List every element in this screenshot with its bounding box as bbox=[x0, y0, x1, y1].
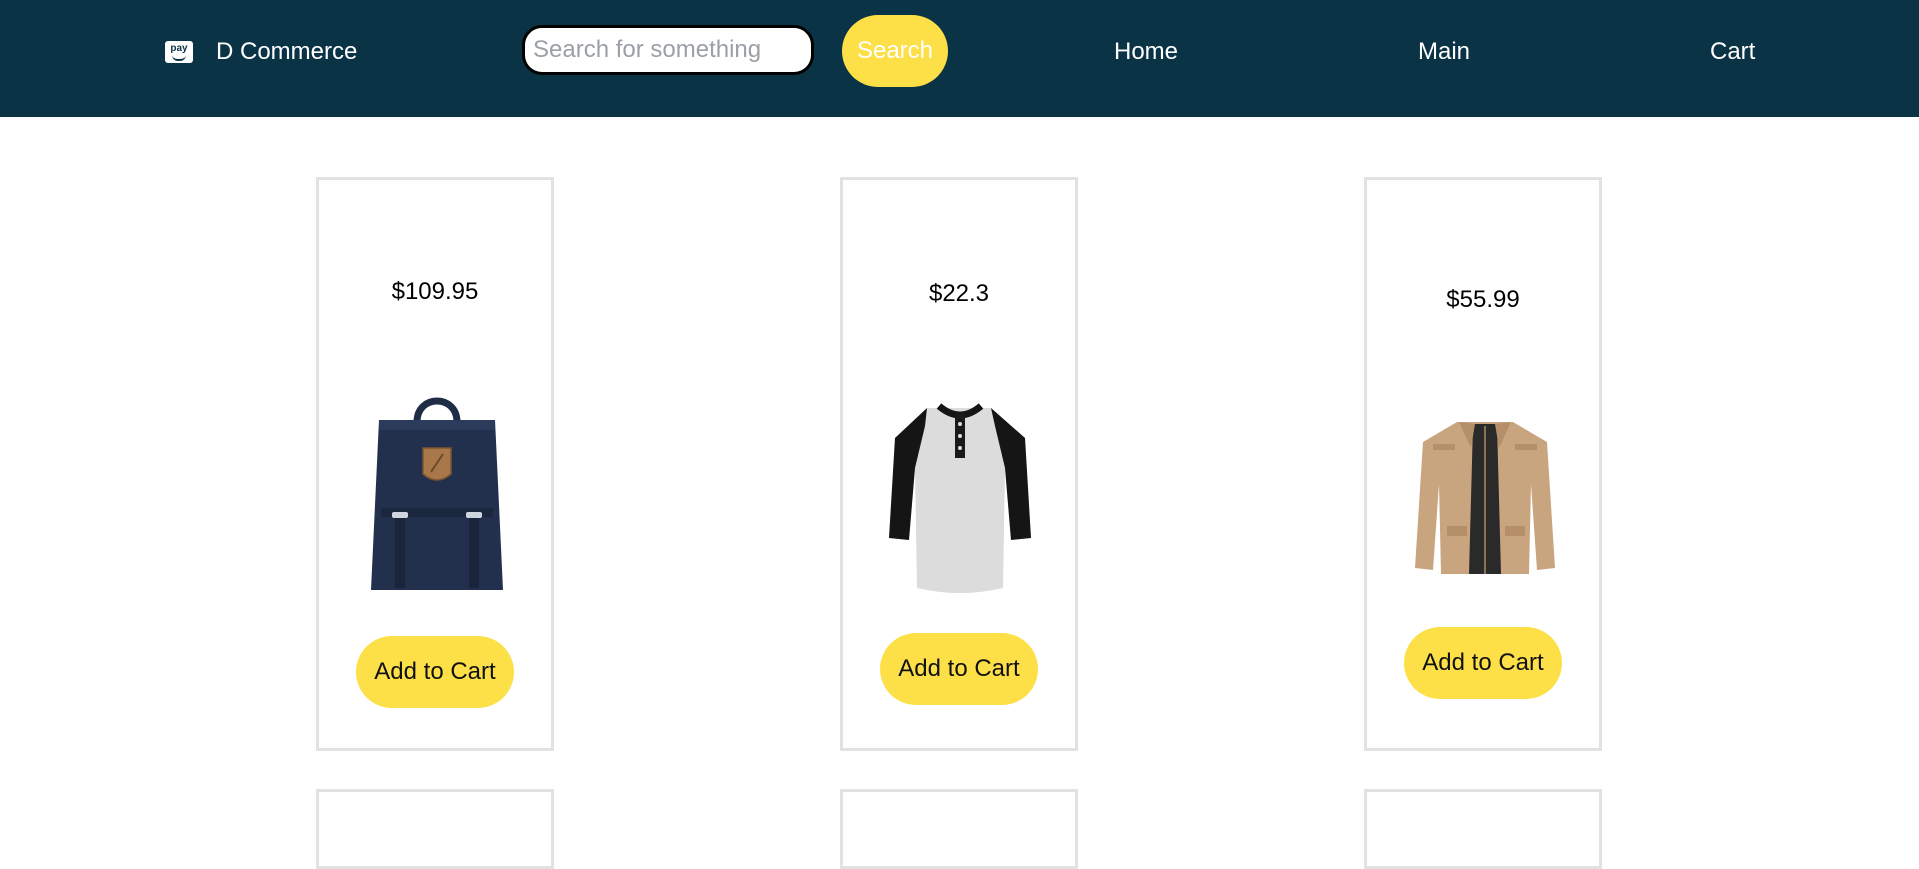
pay-logo-icon: pay bbox=[165, 41, 193, 63]
product-price: $22.3 bbox=[928, 280, 990, 307]
henley-shirt-image[interactable] bbox=[887, 398, 1033, 596]
brand[interactable]: pay D Commerce bbox=[165, 38, 357, 66]
add-to-cart-button[interactable]: Add to Cart bbox=[356, 636, 514, 708]
product-card: $22.3 Add to Cart bbox=[840, 177, 1078, 751]
add-to-cart-button[interactable]: Add to Cart bbox=[880, 633, 1038, 705]
nav-main-link[interactable]: Main bbox=[1418, 38, 1470, 66]
nav-home-link[interactable]: Home bbox=[1114, 38, 1178, 66]
product-card: $55.99 Add to Cart bbox=[1364, 177, 1602, 751]
search-input[interactable] bbox=[522, 25, 814, 75]
brand-name: D Commerce bbox=[216, 38, 358, 65]
product-card: $109.95 Add to Cart bbox=[316, 177, 554, 751]
top-navbar: pay D Commerce Search Home Main Cart bbox=[0, 0, 1919, 117]
smile-arrow-icon bbox=[172, 55, 186, 61]
nav-cart-link[interactable]: Cart bbox=[1710, 38, 1755, 66]
pay-logo-text: pay bbox=[170, 42, 188, 54]
jacket-image[interactable] bbox=[1413, 418, 1557, 580]
add-to-cart-button[interactable]: Add to Cart bbox=[1404, 627, 1562, 699]
product-card bbox=[840, 789, 1078, 869]
product-card bbox=[1364, 789, 1602, 869]
product-price: $55.99 bbox=[1446, 286, 1520, 313]
search-button[interactable]: Search bbox=[842, 15, 948, 87]
product-card bbox=[316, 789, 554, 869]
product-price: $109.95 bbox=[391, 278, 479, 305]
backpack-image[interactable] bbox=[365, 390, 509, 598]
